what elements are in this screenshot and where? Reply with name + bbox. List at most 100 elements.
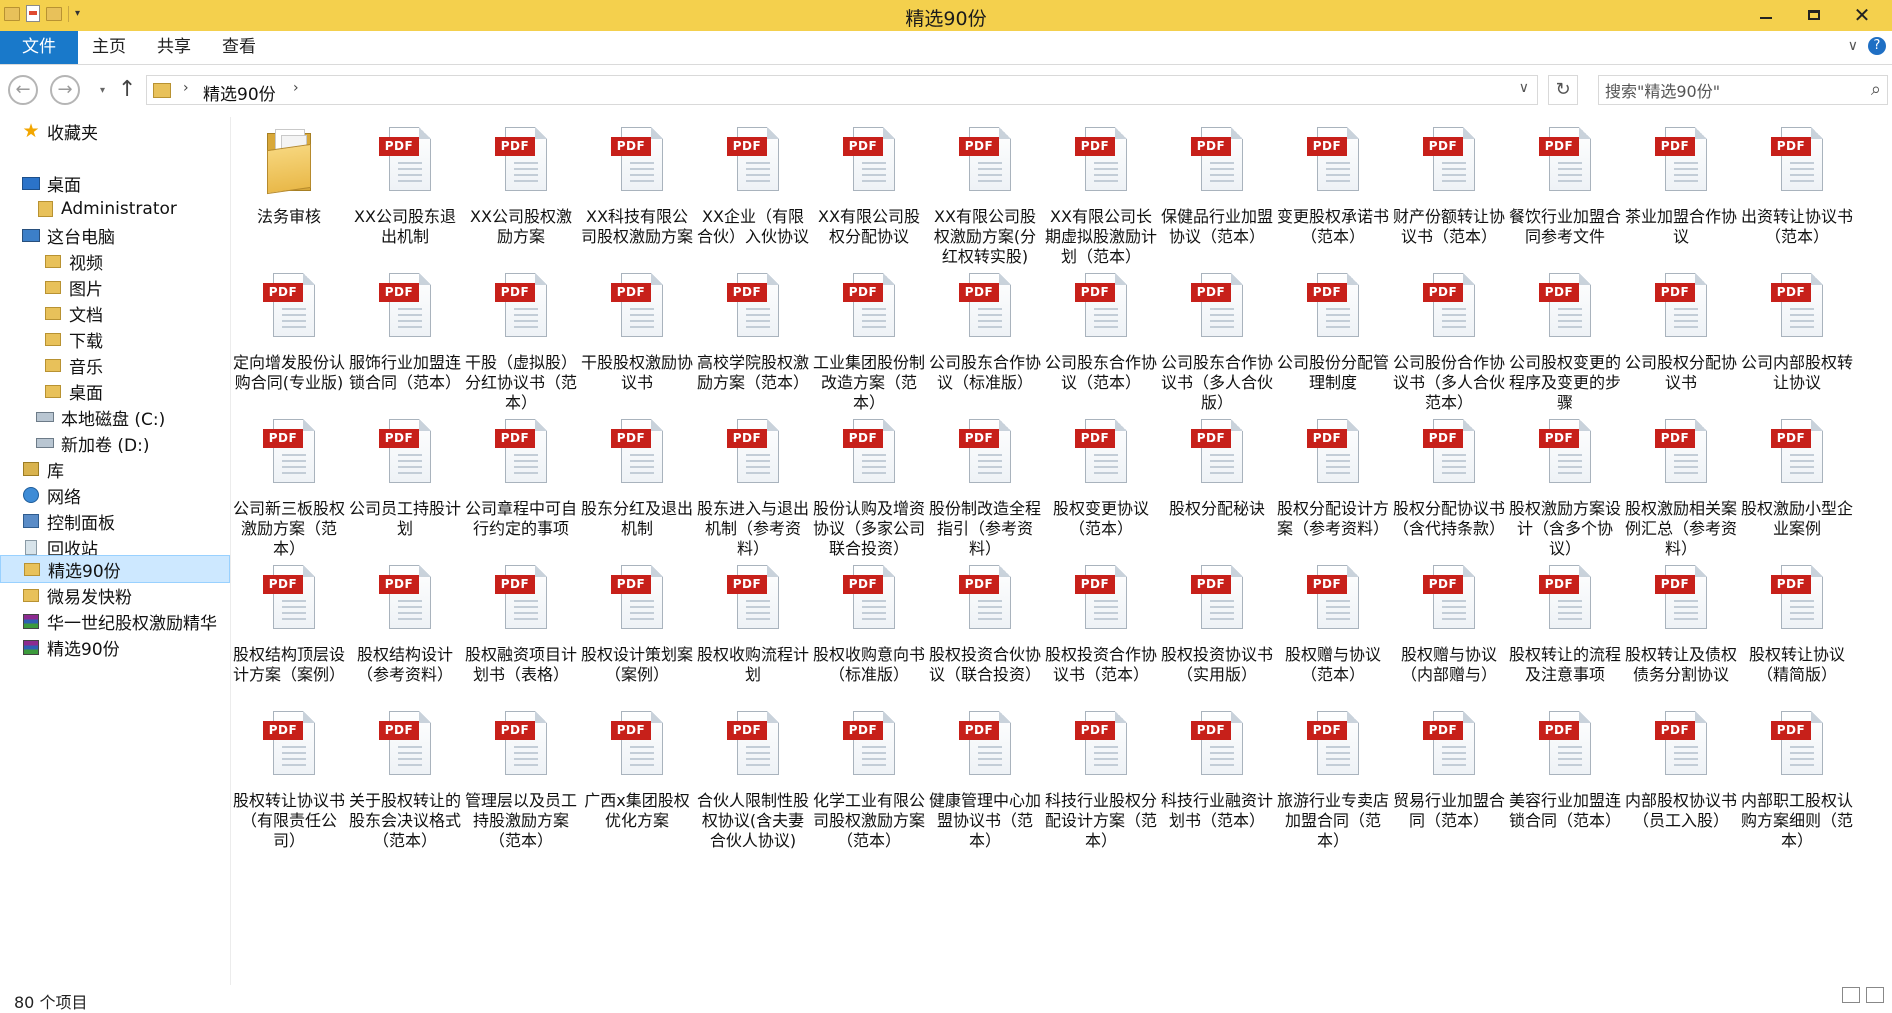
sidebar-item[interactable]: 下载: [0, 325, 230, 353]
sidebar-item[interactable]: 库: [0, 455, 230, 483]
pdf-badge: PDF: [1655, 429, 1695, 448]
breadcrumb-chevron-icon[interactable]: ›: [183, 80, 189, 96]
file-item[interactable]: PDF 健康管理中心加盟协议书（范本）: [927, 701, 1043, 873]
tab-home[interactable]: 主页: [92, 31, 126, 64]
sidebar-item[interactable]: 桌面: [0, 169, 230, 197]
sidebar-item[interactable]: 控制面板: [0, 507, 230, 535]
folder-icon: [22, 587, 40, 603]
sidebar-item[interactable]: 图片: [0, 273, 230, 301]
details-view-icon[interactable]: [1842, 987, 1860, 1003]
sidebar-item[interactable]: 华一世纪股权激励精华: [0, 607, 230, 635]
file-item[interactable]: PDF 广西x集团股权优化方案: [579, 701, 695, 873]
breadcrumb[interactable]: 精选90份: [203, 80, 276, 105]
file-item[interactable]: PDF 旅游行业专卖店加盟合同（范本）: [1275, 701, 1391, 873]
pdf-badge: PDF: [727, 283, 767, 302]
pdf-badge: PDF: [379, 283, 419, 302]
window-controls: ✕: [1742, 2, 1886, 28]
file-item[interactable]: PDF 内部股权协议书（员工入股）: [1623, 701, 1739, 873]
file-item[interactable]: PDF 科技行业融资计划书（范本）: [1159, 701, 1275, 873]
folder-icon: [153, 83, 171, 98]
up-button[interactable]: ↑: [118, 77, 136, 102]
sidebar-item[interactable]: Administrator: [0, 195, 230, 223]
pdf-file-icon: PDF: [495, 711, 547, 777]
title-bar: ▾ 精选90份 ✕: [0, 0, 1892, 32]
search-icon[interactable]: ⌕: [1871, 79, 1881, 100]
recent-locations-icon[interactable]: ▾: [100, 85, 105, 96]
expand-ribbon-icon[interactable]: ∨: [1848, 38, 1858, 54]
file-item[interactable]: PDF 股权转让协议书（有限责任公司）: [231, 701, 347, 873]
file-name-label: 股东分红及退出机制: [580, 499, 693, 538]
sidebar-item[interactable]: 新加卷 (D:): [0, 429, 230, 457]
file-item[interactable]: PDF 管理层以及员工持股激励方案（范本）: [463, 701, 579, 873]
sidebar-item[interactable]: ★ 收藏夹: [0, 117, 230, 145]
help-icon[interactable]: ?: [1868, 37, 1886, 55]
forward-button[interactable]: →: [50, 75, 80, 105]
file-name-label: XX企业（有限合伙）入伙协议: [696, 207, 809, 246]
file-item[interactable]: PDF 内部职工股权认购方案细则（范本）: [1739, 701, 1855, 873]
file-item[interactable]: PDF 贸易行业加盟合同（范本）: [1391, 701, 1507, 873]
sidebar-item[interactable]: 微易发快粉: [0, 581, 230, 609]
file-name-label: 股权收购流程计划: [696, 645, 809, 684]
pdf-badge: PDF: [843, 721, 883, 740]
navigation-bar: ← → ▾ ↑ › 精选90份 › ∨ ↻ ⌕: [0, 65, 1892, 117]
tab-view[interactable]: 查看: [222, 31, 256, 64]
pdf-file-icon: PDF: [1191, 419, 1243, 485]
large-icons-view-icon[interactable]: [1866, 987, 1884, 1003]
address-dropdown-icon[interactable]: ∨: [1519, 80, 1529, 96]
pdf-badge: PDF: [843, 429, 883, 448]
pdf-file-icon: PDF: [1075, 127, 1127, 193]
address-bar[interactable]: › 精选90份 › ∨: [146, 75, 1538, 105]
pdf-badge: PDF: [959, 283, 999, 302]
minimize-button[interactable]: [1742, 2, 1790, 28]
sidebar-item-label: 新加卷 (D:): [61, 435, 150, 456]
sidebar-item[interactable]: 本地磁盘 (C:): [0, 403, 230, 431]
file-name-label: 股权激励相关案例汇总（参考资料）: [1624, 499, 1737, 558]
pdf-file-icon: PDF: [727, 419, 779, 485]
pdf-file-icon: PDF: [1191, 273, 1243, 339]
sidebar-item[interactable]: 文档: [0, 299, 230, 327]
file-name-label: XX公司股权激励方案: [470, 207, 572, 246]
sidebar-item[interactable]: 精选90份: [0, 633, 230, 661]
breadcrumb-chevron-icon[interactable]: ›: [293, 80, 299, 96]
close-button[interactable]: ✕: [1838, 2, 1886, 28]
back-button[interactable]: ←: [8, 75, 38, 105]
tab-share[interactable]: 共享: [157, 31, 191, 64]
sidebar-item-label: 这台电脑: [47, 227, 115, 248]
pdf-badge: PDF: [611, 575, 651, 594]
pdf-file-icon: PDF: [1075, 711, 1127, 777]
file-name-label: 股权激励方案设计（含多个协议）: [1508, 499, 1621, 558]
file-item[interactable]: PDF 关于股权转让的股东会决议格式（范本）: [347, 701, 463, 873]
sidebar-item[interactable]: 桌面: [0, 377, 230, 405]
file-name-label: 变更股权承诺书（范本）: [1276, 207, 1389, 246]
file-name-label: 股权投资合伙协议（联合投资）: [928, 645, 1041, 684]
sidebar-item[interactable]: 这台电脑: [0, 221, 230, 249]
search-input[interactable]: [1599, 76, 1859, 106]
pdf-badge: PDF: [611, 137, 651, 156]
sidebar-item[interactable]: 视频: [0, 247, 230, 275]
pdf-badge: PDF: [611, 429, 651, 448]
file-name-label: 股权收购意向书（标准版）: [812, 645, 925, 684]
refresh-button[interactable]: ↻: [1548, 75, 1578, 105]
file-item[interactable]: PDF 合伙人限制性股权协议(含夫妻合伙人协议): [695, 701, 811, 873]
pdf-file-icon: PDF: [727, 127, 779, 193]
pdf-file-icon: PDF: [959, 711, 1011, 777]
file-item[interactable]: PDF 科技行业股权分配设计方案（范本）: [1043, 701, 1159, 873]
file-name-label: 股权投资合作协议书（范本）: [1044, 645, 1157, 684]
file-item[interactable]: PDF 美容行业加盟连锁合同（范本）: [1507, 701, 1623, 873]
pdf-badge: PDF: [1539, 721, 1579, 740]
pdf-badge: PDF: [1075, 137, 1115, 156]
file-name-label: 旅游行业专卖店加盟合同（范本）: [1276, 791, 1389, 850]
file-name-label: 股权赠与协议（内部赠与）: [1400, 645, 1497, 684]
file-list: 法务审核 PDF XX公司股东退出机制 PDF XX公司股权激励方案 PDF XX科技有限公…: [231, 117, 1892, 985]
file-item[interactable]: PDF 化学工业有限公司股权激励方案（范本）: [811, 701, 927, 873]
sidebar-item[interactable]: 音乐: [0, 351, 230, 379]
tab-file[interactable]: 文件: [0, 31, 78, 64]
maximize-button[interactable]: [1790, 2, 1838, 28]
search-box[interactable]: ⌕: [1598, 75, 1888, 106]
sidebar-item[interactable]: 精选90份: [0, 555, 230, 583]
sidebar-item[interactable]: 网络: [0, 481, 230, 509]
pdf-badge: PDF: [1771, 283, 1811, 302]
sidebar-item-label: 桌面: [69, 383, 103, 404]
file-name-label: 股份认购及增资协议（多家公司联合投资）: [812, 499, 925, 558]
pdf-badge: PDF: [1655, 721, 1695, 740]
